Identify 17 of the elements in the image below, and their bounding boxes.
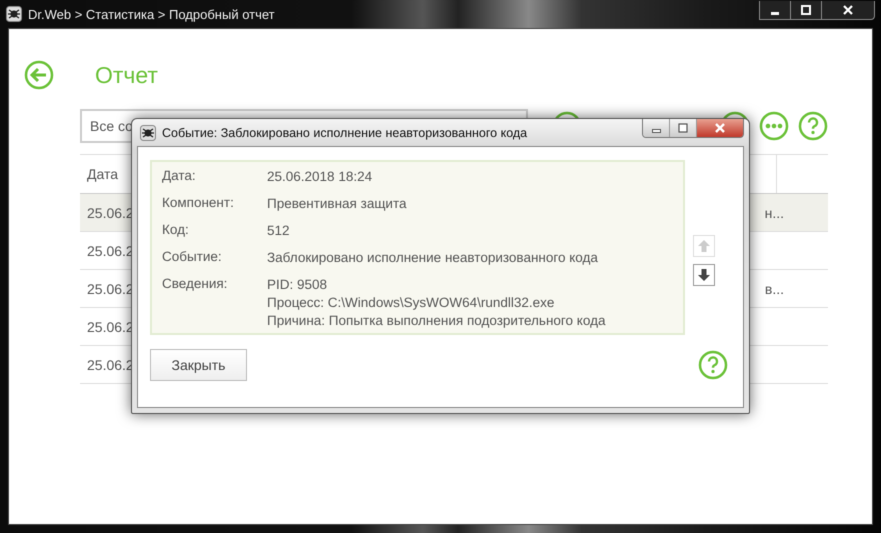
field-label: Компонент: (162, 195, 235, 212)
field-value: Заблокировано исполнение неавторизованного кода (267, 249, 598, 267)
field-value: 25.06.2018 18:24 (267, 168, 372, 186)
table-cell: н... (764, 204, 784, 220)
field-value: Превентивная защита (267, 195, 407, 213)
field-value: PID: 9508 (267, 276, 328, 294)
field-value: Причина: Попытка выполнения подозрительного кода (267, 312, 606, 330)
field-label: Событие: (162, 249, 223, 266)
field-label: Код: (162, 222, 190, 239)
field-label: Сведения: (162, 276, 228, 293)
window-title: Dr.Web > Статистика > Подробный отчет (28, 6, 275, 22)
table-cell: в... (764, 280, 784, 296)
field-label: Дата: (162, 168, 197, 185)
page-title: Отчет (95, 62, 158, 88)
dialog-title: Событие: Заблокировано исполнение неавторизованного кода (162, 126, 528, 140)
field-value: 512 (267, 222, 290, 240)
field-value: Процесс: C:\Windows\SysWOW64\rundll32.exe (267, 294, 556, 312)
